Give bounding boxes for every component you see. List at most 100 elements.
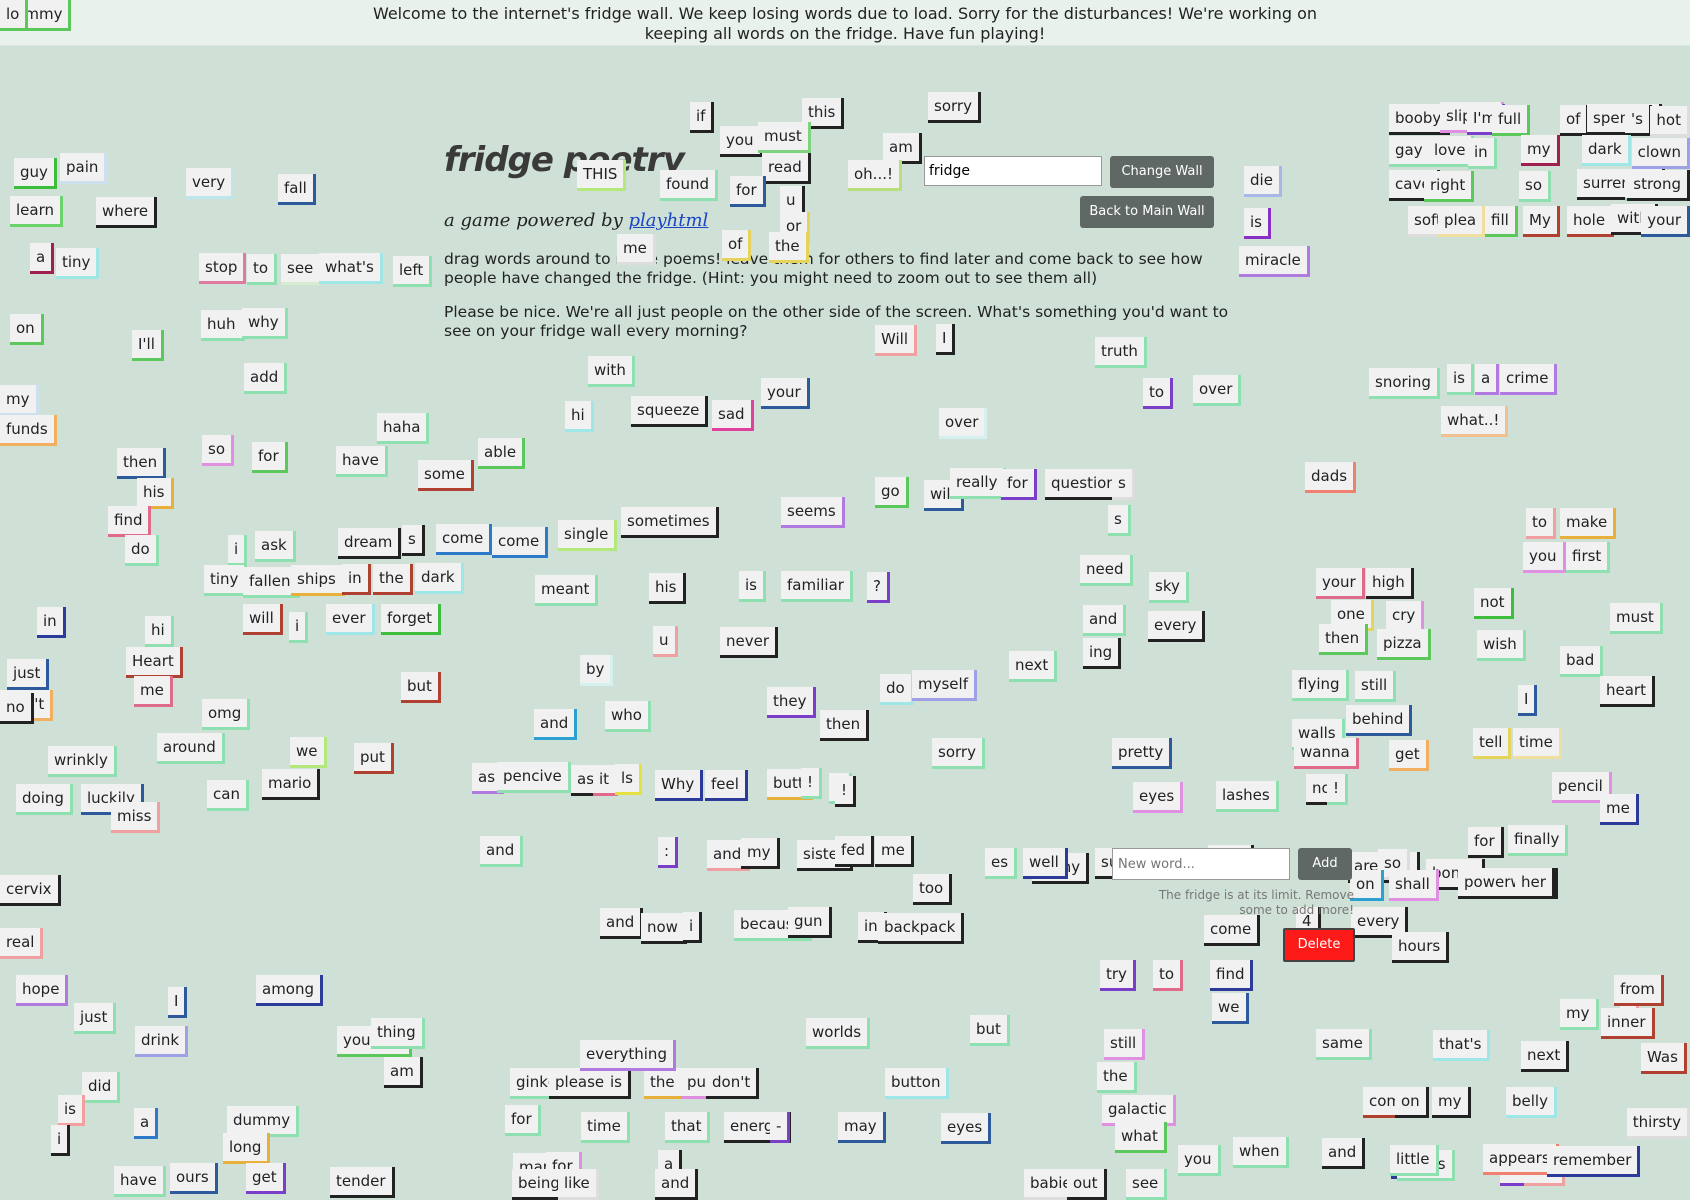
word-magnet[interactable]: every [1148, 611, 1206, 642]
word-magnet[interactable]: u [653, 626, 678, 657]
word-magnet[interactable]: and [1083, 605, 1127, 636]
word-magnet[interactable]: sometimes [621, 507, 719, 538]
word-magnet[interactable]: long [223, 1133, 271, 1164]
word-magnet[interactable]: s [1112, 469, 1135, 500]
word-magnet[interactable]: pencive [497, 762, 571, 793]
word-magnet[interactable]: to [1143, 378, 1174, 409]
word-magnet[interactable]: add [244, 363, 288, 394]
word-magnet[interactable]: heart [1600, 676, 1655, 707]
word-magnet[interactable]: then [117, 448, 167, 479]
word-magnet[interactable]: in [1468, 138, 1497, 169]
word-magnet[interactable]: come [1204, 915, 1261, 946]
word-magnet[interactable]: little [1390, 1145, 1439, 1176]
word-magnet[interactable]: try [1100, 960, 1136, 991]
word-magnet[interactable]: read [762, 153, 811, 184]
word-magnet[interactable]: his [649, 573, 686, 604]
word-magnet[interactable]: dream [338, 528, 402, 559]
word-magnet[interactable]: so [1519, 171, 1551, 202]
word-magnet[interactable]: wrinkly [48, 746, 117, 777]
word-magnet[interactable]: over [939, 408, 988, 439]
word-magnet[interactable]: ! [801, 768, 823, 799]
word-magnet[interactable]: now [641, 913, 687, 944]
playhtml-link[interactable]: playhtml [628, 210, 708, 231]
word-magnet[interactable]: tiny [56, 248, 100, 279]
word-magnet[interactable]: wish [1477, 630, 1526, 661]
word-magnet[interactable]: to [1526, 508, 1557, 539]
word-magnet[interactable]: pretty [1112, 738, 1173, 769]
word-magnet[interactable]: right [1424, 171, 1475, 202]
back-to-main-wall-button[interactable]: Back to Main Wall [1080, 196, 1214, 228]
word-magnet[interactable]: to [1153, 960, 1184, 991]
word-magnet[interactable]: must [758, 122, 811, 153]
word-magnet[interactable]: cry [1386, 601, 1425, 632]
word-magnet[interactable]: my [1432, 1087, 1471, 1118]
word-magnet[interactable]: have [336, 446, 388, 477]
word-magnet[interactable]: I [936, 324, 956, 355]
word-magnet[interactable]: shall [1389, 870, 1439, 901]
word-magnet[interactable]: sorry [928, 92, 981, 123]
word-magnet[interactable]: remember [1547, 1146, 1641, 1177]
word-magnet[interactable]: find [108, 506, 152, 537]
word-magnet[interactable]: must [1610, 603, 1663, 634]
word-magnet[interactable]: ever [326, 604, 375, 635]
word-magnet[interactable]: then [1319, 624, 1369, 655]
word-magnet[interactable]: like [558, 1169, 599, 1200]
word-magnet[interactable]: who [605, 701, 651, 732]
word-magnet[interactable]: just [7, 659, 50, 690]
word-magnet[interactable]: mario [262, 769, 321, 800]
word-magnet[interactable]: make [1560, 508, 1617, 539]
word-magnet[interactable]: forget [381, 604, 441, 635]
word-magnet[interactable]: when [1233, 1137, 1289, 1168]
word-magnet[interactable]: the [769, 232, 809, 263]
word-magnet[interactable]: we [1212, 993, 1249, 1024]
word-magnet[interactable]: a [30, 243, 55, 274]
word-magnet[interactable]: plea [1438, 206, 1486, 237]
word-magnet[interactable]: drink [135, 1026, 189, 1057]
word-magnet[interactable]: the [373, 564, 413, 595]
word-magnet[interactable]: cervix [0, 875, 61, 906]
word-magnet[interactable]: I [168, 987, 188, 1018]
word-magnet[interactable]: i [51, 1125, 71, 1156]
word-magnet[interactable]: backpack [878, 913, 965, 944]
word-magnet[interactable]: his [137, 478, 174, 509]
word-magnet[interactable]: belly [1506, 1087, 1557, 1118]
word-magnet[interactable]: don't [706, 1068, 760, 1099]
word-magnet[interactable]: first [1566, 542, 1611, 573]
word-magnet[interactable]: pain [60, 153, 108, 184]
word-magnet[interactable]: in [342, 564, 371, 595]
word-magnet[interactable]: s [1108, 505, 1131, 536]
word-magnet[interactable]: found [660, 170, 718, 201]
add-word-button[interactable]: Add [1298, 848, 1352, 880]
word-magnet[interactable]: that [665, 1112, 711, 1143]
word-magnet[interactable]: tender [330, 1167, 395, 1198]
word-magnet[interactable]: see [281, 254, 323, 285]
word-magnet[interactable]: omg [202, 699, 251, 730]
word-magnet[interactable]: doing [16, 784, 73, 815]
word-magnet[interactable]: stop [199, 253, 247, 284]
word-magnet[interactable]: crime [1500, 364, 1558, 395]
word-magnet[interactable]: funds [0, 415, 57, 446]
word-magnet[interactable]: pizza [1377, 629, 1431, 660]
wall-name-input[interactable] [924, 156, 1102, 186]
word-magnet[interactable]: miss [111, 802, 161, 833]
word-magnet[interactable]: and [480, 836, 524, 867]
word-magnet[interactable]: very [186, 168, 235, 199]
word-magnet[interactable]: is [58, 1095, 85, 1126]
word-magnet[interactable]: get [1389, 740, 1429, 771]
word-magnet[interactable]: so [202, 435, 234, 466]
word-magnet[interactable]: hi [565, 401, 594, 432]
word-magnet[interactable]: hi [145, 616, 174, 647]
word-magnet[interactable]: where [96, 197, 158, 228]
word-magnet[interactable]: 's [1625, 105, 1652, 136]
word-magnet[interactable]: you [1523, 542, 1566, 573]
word-magnet[interactable]: guy [14, 158, 57, 189]
word-magnet[interactable]: button [885, 1068, 950, 1099]
word-magnet[interactable]: same [1316, 1029, 1372, 1060]
word-magnet[interactable]: me [875, 836, 914, 867]
word-magnet[interactable]: ing [1083, 638, 1122, 669]
word-magnet[interactable]: clown [1631, 138, 1690, 169]
word-magnet[interactable]: hope [16, 975, 69, 1006]
word-magnet[interactable]: can [207, 780, 249, 811]
word-magnet[interactable]: tiny [204, 565, 248, 596]
word-magnet[interactable]: have [114, 1166, 166, 1197]
